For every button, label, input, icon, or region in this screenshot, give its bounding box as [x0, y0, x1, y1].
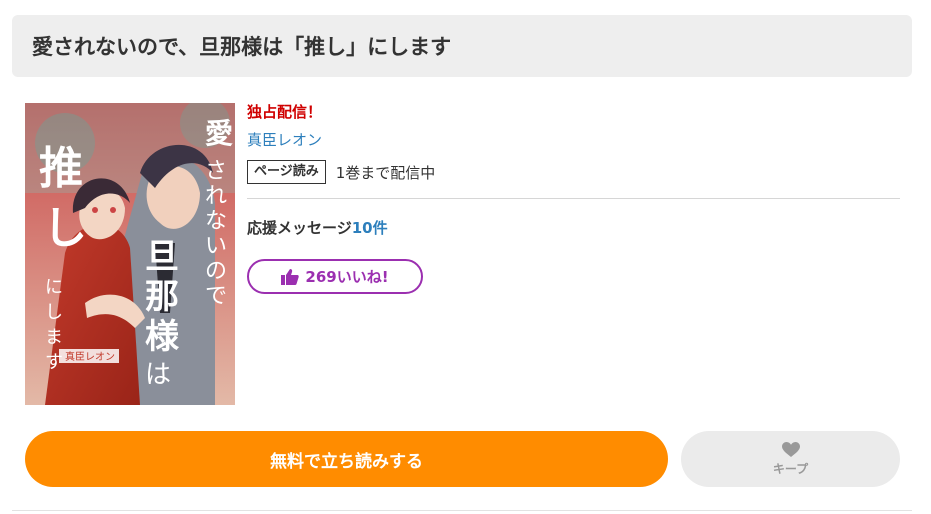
cover-kana-re: れ [205, 184, 227, 209]
cover-kanji-na: 那 [145, 277, 179, 317]
title-bar: 愛されないので、旦那様は「推し」にします [12, 15, 912, 77]
book-cover-image[interactable]: 推 し に し ま す 愛 さ れ な い の で 旦 那 様 は 真臣レオン [25, 103, 235, 405]
like-label: いいね! [336, 268, 389, 286]
cover-illustration: 推 し に し ま す 愛 さ れ な い の で 旦 那 様 は 真臣レオン [25, 103, 235, 405]
divider [247, 198, 900, 199]
like-button[interactable]: 269 いいね! [247, 259, 423, 294]
cover-kana-i: い [205, 234, 227, 259]
cover-kana-shi: し [43, 203, 87, 254]
keep-label: キープ [772, 461, 809, 476]
cover-kanji-oshi: 推 [39, 143, 83, 194]
read-free-label: 無料で立ち読みする [270, 451, 423, 472]
cover-kana-de: で [205, 284, 227, 309]
cover-kana-ma: ま [45, 327, 63, 348]
support-label: 応援メッセージ [247, 219, 352, 237]
format-row: ページ読み 1巻まで配信中 [247, 160, 900, 184]
cover-kanji-dan: 旦 [145, 237, 179, 277]
cover-kana-no: の [205, 259, 227, 284]
page-title: 愛されないので、旦那様は「推し」にします [32, 35, 452, 59]
heart-icon [781, 441, 800, 457]
support-messages-link[interactable]: 応援メッセージ10件 [247, 217, 900, 238]
cover-kana-wa: は [145, 360, 171, 390]
exclusive-label: 独占配信！ [247, 103, 323, 121]
format-tag: ページ読み [247, 160, 326, 184]
cover-kana-sa: さ [205, 159, 227, 184]
cover-kana-ni: に [45, 277, 63, 298]
like-count: 269 [305, 267, 337, 286]
cover-kanji-sama: 様 [145, 317, 180, 357]
keep-button[interactable]: キープ [681, 431, 900, 487]
cover-author: 真臣レオン [65, 350, 115, 363]
cover-kana-na: な [205, 209, 227, 234]
thumbs-up-icon [281, 268, 300, 285]
author-link[interactable]: 真臣レオン [247, 129, 900, 150]
bottom-divider [12, 510, 912, 511]
book-info: 独占配信！ 真臣レオン ページ読み 1巻まで配信中 応援メッセージ10件 269… [247, 101, 900, 294]
distribution-status: 1巻まで配信中 [335, 163, 436, 182]
read-free-button[interactable]: 無料で立ち読みする [25, 431, 668, 487]
support-count: 10件 [351, 219, 388, 237]
cover-kana-shi2: し [45, 302, 63, 323]
cover-kanji-ai: 愛 [205, 117, 233, 150]
